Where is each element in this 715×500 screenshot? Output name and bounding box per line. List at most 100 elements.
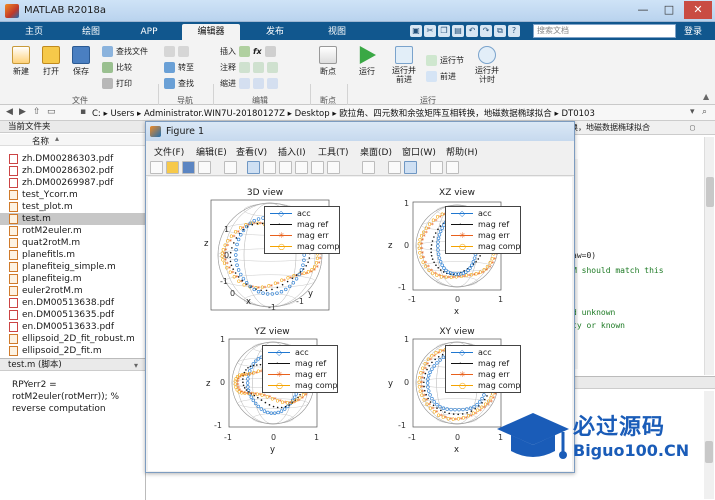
- breadcrumb[interactable]: C: ▸ Users ▸ Administrator.WIN7U-2018012…: [92, 107, 595, 119]
- edit-plot-icon[interactable]: [224, 161, 237, 174]
- goto-button[interactable]: 转至: [164, 61, 194, 74]
- list-item[interactable]: rotM2euler.m: [9, 225, 82, 237]
- run-button[interactable]: 运行: [353, 46, 381, 77]
- list-item[interactable]: test_Ycorr.m: [9, 189, 78, 201]
- list-item[interactable]: test.m: [9, 213, 51, 225]
- find-button[interactable]: 查找: [164, 77, 194, 90]
- legend-icon[interactable]: [404, 161, 417, 174]
- list-item[interactable]: en.DM00513633.pdf: [9, 321, 114, 333]
- legend[interactable]: ◇ acc · mag ref ✳ mag err ○ mag comp: [264, 206, 340, 254]
- colorbar-icon[interactable]: [388, 161, 401, 174]
- forward-icon[interactable]: ▶: [19, 107, 26, 117]
- find-files-button[interactable]: 查找文件: [102, 45, 148, 58]
- link-plot-icon[interactable]: [362, 161, 375, 174]
- run-time-button[interactable]: 运行并 计时: [472, 46, 502, 84]
- indent-button[interactable]: 缩进: [220, 77, 278, 90]
- save-button[interactable]: 保存: [68, 46, 94, 77]
- menu-file[interactable]: 文件(F): [154, 145, 184, 158]
- back-icon[interactable]: ◀: [6, 107, 13, 117]
- save-icon[interactable]: ▣: [410, 25, 422, 37]
- comment-button[interactable]: 注释: [220, 61, 278, 74]
- data-cursor-icon[interactable]: [311, 161, 324, 174]
- show-plot-tools-icon[interactable]: [446, 161, 459, 174]
- print-figure-icon[interactable]: [198, 161, 211, 174]
- save-figure-icon[interactable]: [182, 161, 195, 174]
- menu-insert[interactable]: 插入(I): [278, 145, 306, 158]
- menu-help[interactable]: 帮助(H): [446, 145, 478, 158]
- menu-edit[interactable]: 编辑(E): [196, 145, 227, 158]
- redo-icon[interactable]: ↷: [480, 25, 492, 37]
- legend[interactable]: ◇ acc · mag ref ✳ mag err ○ mag comp: [262, 345, 338, 393]
- zoom-in-icon[interactable]: [247, 161, 260, 174]
- copy-icon[interactable]: ❐: [438, 25, 450, 37]
- search-icon[interactable]: ⌕: [702, 107, 707, 117]
- hide-plot-tools-icon[interactable]: [430, 161, 443, 174]
- list-item[interactable]: en.DM00513635.pdf: [9, 309, 114, 321]
- breadcrumb-item[interactable]: 欧拉角、四元数和余弦矩阵互相转换，地磁数据椭球拟合: [339, 109, 552, 119]
- list-item[interactable]: euler2rotM.m: [9, 285, 83, 297]
- list-item[interactable]: planefiteig.m: [9, 273, 82, 285]
- list-item[interactable]: quat2rotM.m: [9, 237, 80, 249]
- tab-editor[interactable]: 编辑器: [182, 24, 240, 40]
- run-section-button[interactable]: 运行节: [426, 54, 464, 67]
- scrollbar-thumb[interactable]: [705, 441, 713, 463]
- list-item[interactable]: planefitls.m: [9, 249, 75, 261]
- bookmark-buttons[interactable]: [164, 45, 189, 58]
- maximize-button[interactable]: □: [656, 1, 682, 19]
- column-name[interactable]: 名称: [32, 135, 49, 147]
- insert-button[interactable]: 插入 fx: [220, 45, 276, 58]
- tab-home[interactable]: 主页: [10, 24, 58, 40]
- breadcrumb-item[interactable]: Desktop: [295, 109, 330, 119]
- advance-button[interactable]: 前进: [426, 70, 456, 83]
- editor-scrollbar[interactable]: [704, 137, 714, 375]
- new-button[interactable]: 新建: [8, 46, 34, 77]
- tab-view[interactable]: 视图: [308, 24, 366, 40]
- collapse-ribbon-icon[interactable]: ▲: [703, 92, 709, 101]
- brush-icon[interactable]: [327, 161, 340, 174]
- decrease-indent-icon[interactable]: [267, 78, 278, 89]
- uncomment-icon[interactable]: [253, 62, 264, 73]
- new-figure-icon[interactable]: [150, 161, 163, 174]
- search-documentation-input[interactable]: 搜索文档: [533, 24, 676, 38]
- list-item[interactable]: test_plot.m: [9, 201, 73, 213]
- command-scrollbar[interactable]: [704, 391, 714, 499]
- menu-window[interactable]: 窗口(W): [402, 145, 436, 158]
- column-header[interactable]: 名称 ▴: [0, 134, 145, 147]
- login-link[interactable]: 登录: [684, 24, 702, 37]
- tab-plots[interactable]: 绘图: [64, 24, 118, 40]
- compare-button[interactable]: 比较: [102, 61, 132, 74]
- editor-maximize-icon[interactable]: ▢: [690, 123, 695, 132]
- wrap-comment-icon[interactable]: [267, 62, 278, 73]
- close-button[interactable]: ✕: [684, 1, 712, 19]
- tab-publish[interactable]: 发布: [246, 24, 304, 40]
- zoom-out-icon[interactable]: [263, 161, 276, 174]
- menu-tools[interactable]: 工具(T): [318, 145, 349, 158]
- list-item[interactable]: ellipsoid_2D_fit.m: [9, 345, 102, 357]
- help-icon[interactable]: ?: [508, 25, 520, 37]
- list-item[interactable]: zh.DM00286302.pdf: [9, 165, 113, 177]
- list-item[interactable]: en.DM00513638.pdf: [9, 297, 114, 309]
- open-file-icon[interactable]: [166, 161, 179, 174]
- list-item[interactable]: ellipsoid_2D_fit_robust.m: [9, 333, 135, 345]
- details-collapse-icon[interactable]: ▾: [134, 361, 138, 370]
- figure-titlebar[interactable]: Figure 1: [146, 122, 574, 141]
- switch-windows-icon[interactable]: ⧉: [494, 25, 506, 37]
- menu-view[interactable]: 查看(V): [236, 145, 267, 158]
- breadcrumb-item[interactable]: Users: [110, 109, 134, 119]
- open-button[interactable]: 打开: [38, 46, 64, 77]
- fx-icon[interactable]: fx: [253, 47, 262, 56]
- list-item[interactable]: zh.DM00286303.pdf: [9, 153, 113, 165]
- breadcrumb-item[interactable]: Administrator.WIN7U-20180127Z: [144, 109, 285, 119]
- undo-icon[interactable]: ↶: [466, 25, 478, 37]
- run-advance-button[interactable]: 运行并 前进: [388, 46, 420, 84]
- breadcrumb-item[interactable]: DT0103: [561, 109, 594, 119]
- up-folder-icon[interactable]: ⇧: [33, 107, 41, 117]
- breadcrumb-item[interactable]: C:: [92, 109, 101, 119]
- scrollbar-thumb[interactable]: [706, 177, 714, 207]
- print-button[interactable]: 打印: [102, 77, 132, 90]
- address-dropdown-icon[interactable]: ▾: [690, 107, 695, 117]
- breakpoints-button[interactable]: 断点: [315, 46, 341, 77]
- pan-icon[interactable]: [279, 161, 292, 174]
- browse-folder-icon[interactable]: ▭: [47, 107, 56, 117]
- rotate-3d-icon[interactable]: [295, 161, 308, 174]
